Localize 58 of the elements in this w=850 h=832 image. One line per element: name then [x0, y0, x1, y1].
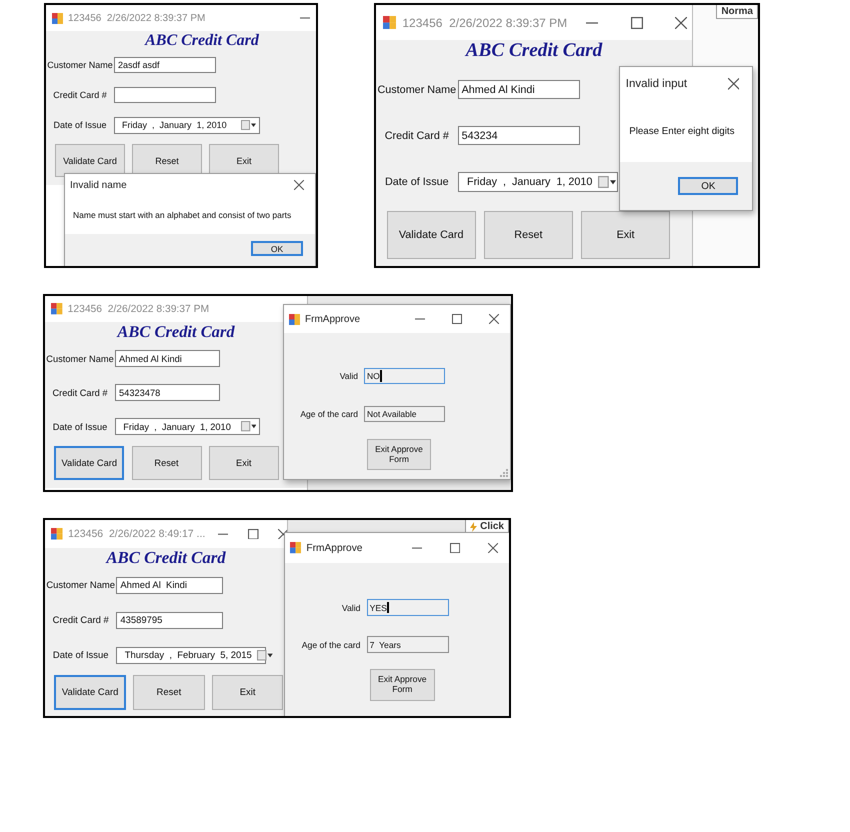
form-heading: ABC Credit Card — [145, 31, 259, 50]
window-title: 123456 2/26/2022 8:39:37 PM — [68, 304, 210, 314]
dialog-message: Name must start with an alphabet and consist of two parts — [73, 210, 292, 220]
field-label: Date of Issue — [52, 422, 108, 432]
text-field[interactable]: Ahmed Al Kindi — [116, 577, 224, 594]
form-button[interactable]: Validate Card — [54, 446, 124, 480]
field-label: Customer Name — [46, 60, 114, 70]
field-label: Credit Card # — [51, 388, 109, 398]
form-button[interactable]: Reset — [132, 446, 202, 480]
output-field[interactable]: 7 Years — [366, 636, 450, 653]
form-heading: ABC Credit Card — [466, 40, 602, 63]
form-button[interactable]: Exit — [581, 210, 670, 259]
exit-approve-button[interactable]: Exit Approve Form — [367, 439, 431, 470]
field-label: Customer Name — [45, 354, 115, 364]
text-field[interactable]: 543234 — [458, 126, 580, 146]
output-field[interactable]: Not Available — [364, 406, 445, 422]
text-field[interactable]: 54323478 — [115, 384, 220, 401]
field-label: Credit Card # — [52, 614, 110, 626]
form-button[interactable]: Exit — [208, 446, 279, 480]
dialog-title: Invalid name — [70, 180, 128, 190]
window-title: 123456 2/26/2022 8:39:37 PM — [402, 16, 568, 30]
form-button[interactable]: Validate Card — [54, 674, 126, 710]
ok-button[interactable]: OK — [678, 177, 738, 195]
field-label: Date of Issue — [52, 650, 110, 661]
exit-approve-button[interactable]: Exit Approve Form — [370, 669, 435, 701]
field-label: Age of the card — [299, 409, 358, 419]
window-title: FrmApprove — [305, 314, 362, 324]
form-heading: ABC Credit Card — [117, 322, 235, 342]
background-label: Norma — [716, 5, 758, 19]
field-label: Age of the card — [300, 640, 360, 650]
text-field[interactable]: 43589795 — [116, 612, 224, 629]
field-label: Date of Issue — [384, 176, 450, 188]
form-heading: ABC Credit Card — [106, 548, 226, 568]
dialog-message: Please Enter eight digits — [629, 126, 735, 137]
dialog-title: Invalid input — [626, 78, 688, 90]
form-button[interactable]: Exit — [212, 674, 284, 710]
date-picker[interactable]: Friday , January 1, 2010 — [115, 418, 260, 436]
field-label: Credit Card # — [384, 130, 450, 142]
text-field[interactable]: Ahmed Al Kindi — [458, 80, 580, 100]
field-label: Date of Issue — [52, 120, 108, 130]
date-picker[interactable]: Friday , January 1, 2010 — [114, 116, 260, 134]
form-button[interactable]: Validate Card — [386, 210, 476, 259]
field-label: Customer Name — [45, 580, 116, 591]
output-field[interactable]: NO — [364, 368, 445, 384]
field-label: Credit Card # — [52, 90, 108, 100]
field-label: Valid — [338, 371, 358, 381]
window-title: 123456 2/26/2022 8:49:17 ... — [68, 528, 206, 540]
field-label: Valid — [340, 602, 360, 612]
text-field[interactable]: 2asdf asdf — [114, 57, 216, 73]
form-button[interactable]: Reset — [133, 674, 205, 710]
form-button[interactable]: Reset — [484, 210, 573, 259]
field-label: Customer Name — [376, 84, 458, 96]
ok-button[interactable]: OK — [251, 241, 303, 256]
text-field[interactable]: Ahmed Al Kindi — [115, 350, 220, 367]
date-picker[interactable]: Friday , January 1, 2010 — [458, 172, 618, 192]
window-title: 123456 2/26/2022 8:39:37 PM — [68, 12, 206, 24]
output-field[interactable]: YES — [366, 599, 450, 616]
window-title: FrmApprove — [306, 542, 364, 554]
